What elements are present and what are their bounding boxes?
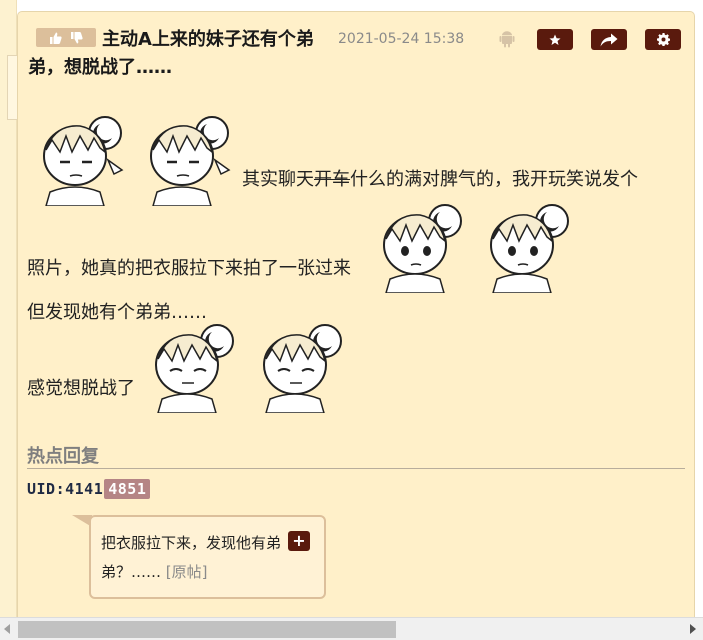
favorite-button[interactable] xyxy=(537,29,573,50)
uid-prefix: UID:4141 xyxy=(27,480,104,498)
post-panel: 主动A上来的妹子还有个弟弟，想脱战了…… 2021-05-24 15:38 其实… xyxy=(17,11,695,617)
star-icon xyxy=(549,34,561,45)
thumbs-down-icon[interactable] xyxy=(70,31,83,44)
scroll-left-icon[interactable] xyxy=(3,624,11,634)
expand-reply-button[interactable]: + xyxy=(288,531,310,551)
post-body-line: 其实聊天开车什么的满对脾气的，我开玩笑说发个 xyxy=(242,169,638,190)
share-icon xyxy=(600,33,618,46)
sticker-image xyxy=(150,116,231,206)
vote-box xyxy=(36,28,96,47)
gear-icon xyxy=(656,33,670,46)
horizontal-scrollbar[interactable] xyxy=(0,617,703,640)
sidebar-tab[interactable] xyxy=(7,55,17,120)
scrollbar-thumb[interactable] xyxy=(18,621,396,638)
settings-button[interactable] xyxy=(645,29,681,50)
scroll-right-icon[interactable] xyxy=(689,624,697,634)
thumbs-up-icon[interactable] xyxy=(49,32,62,44)
sticker-image xyxy=(490,204,569,293)
hot-reply-content: 把衣服拉下来，发现他有弟弟？…… [原帖] xyxy=(101,529,281,587)
left-sidebar-strip xyxy=(0,0,17,617)
sticker-image xyxy=(263,324,342,413)
hot-reply-bubble: 把衣服拉下来，发现他有弟弟？…… [原帖] + xyxy=(89,515,326,599)
sticker-image xyxy=(383,204,462,293)
post-body-line: 感觉想脱战了 xyxy=(27,378,135,399)
reply-user-id[interactable]: UID:4141 4851 xyxy=(27,479,151,499)
hot-replies-heading: 热点回复 xyxy=(27,446,99,467)
post-date: 2021-05-24 15:38 xyxy=(338,31,465,47)
android-icon xyxy=(499,31,515,48)
sticker-image xyxy=(43,116,124,206)
post-body-line: 照片，她真的把衣服拉下来拍了一张过来 xyxy=(27,258,351,279)
right-edge xyxy=(695,0,703,617)
original-post-link[interactable]: [原帖] xyxy=(166,563,208,581)
uid-highlight: 4851 xyxy=(104,479,151,499)
sticker-image xyxy=(155,324,234,413)
divider xyxy=(27,468,685,469)
share-button[interactable] xyxy=(591,29,627,50)
